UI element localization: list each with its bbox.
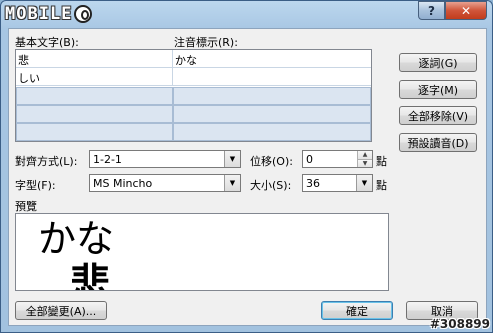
font-select[interactable]: MS Mincho ▼ — [89, 174, 241, 192]
font-value: MS Mincho — [93, 176, 153, 190]
chevron-down-icon[interactable]: ▼ — [356, 175, 372, 191]
table-row — [16, 87, 371, 105]
table-row — [16, 105, 371, 123]
alignment-select[interactable]: 1-2-1 ▼ — [89, 150, 241, 168]
table-row — [16, 123, 371, 141]
empty-ruby-cell — [173, 105, 371, 123]
title-bar: MOBILE ? ✕ — [1, 1, 492, 27]
table-row: 悲 かな — [16, 50, 371, 68]
ruby-grid: 悲 かな しい — [15, 49, 372, 142]
empty-base-cell — [16, 87, 173, 105]
clear-all-button[interactable]: 全部移除(V) — [399, 106, 477, 125]
logo-gear-icon — [74, 5, 93, 23]
empty-base-cell — [16, 123, 173, 141]
preview-label: 預覽 — [15, 200, 37, 213]
ruby-text-cell[interactable]: かな — [173, 50, 371, 68]
size-label: 大小(S): — [250, 179, 292, 192]
spin-down-icon[interactable]: ▼ — [358, 159, 372, 167]
dialog-body: 基本文字(B): 注音標示(R): 悲 かな しい 逐詞(G) 逐字(M) 全部… — [8, 28, 487, 326]
ruby-column-label: 注音標示(R): — [174, 36, 238, 49]
alignment-label: 對齊方式(L): — [15, 155, 78, 168]
offset-value[interactable]: 0 — [303, 151, 357, 167]
chevron-down-icon[interactable]: ▼ — [224, 175, 240, 191]
chevron-down-icon[interactable]: ▼ — [224, 151, 240, 167]
help-button[interactable]: ? — [418, 1, 445, 20]
ok-button[interactable]: 確定 — [321, 301, 393, 320]
apply-all-button[interactable]: 全部變更(A)... — [15, 301, 107, 320]
base-text-cell[interactable]: しい — [16, 68, 173, 86]
logo-text: MOBILE — [5, 4, 73, 24]
table-row: しい — [16, 68, 371, 86]
preview-box: かな 悲 — [15, 213, 389, 291]
offset-spin-buttons: ▲ ▼ — [357, 151, 372, 167]
size-select[interactable]: 36 ▼ — [302, 174, 373, 192]
offset-spinner[interactable]: 0 ▲ ▼ — [302, 150, 373, 168]
mono-button[interactable]: 逐字(M) — [399, 80, 477, 99]
mobile-logo: MOBILE — [5, 3, 93, 25]
default-reading-button[interactable]: 預設讀音(D) — [399, 133, 477, 152]
empty-ruby-cell — [173, 123, 371, 141]
size-unit: 點 — [376, 179, 387, 192]
watermark: #308899 — [429, 317, 490, 331]
ruby-dialog-window: MOBILE ? ✕ 基本文字(B): 注音標示(R): 悲 かな しい 逐詞(… — [0, 0, 493, 333]
preview-base-text: 悲 — [70, 260, 110, 291]
offset-unit: 點 — [376, 155, 387, 168]
ruby-text-cell[interactable] — [173, 68, 371, 86]
base-text-cell[interactable]: 悲 — [16, 50, 173, 68]
group-button[interactable]: 逐詞(G) — [399, 53, 477, 72]
alignment-value: 1-2-1 — [93, 152, 122, 166]
font-label: 字型(F): — [15, 179, 56, 192]
offset-label: 位移(O): — [250, 155, 293, 168]
preview-ruby-text: かな — [38, 217, 115, 261]
empty-base-cell — [16, 105, 173, 123]
close-button[interactable]: ✕ — [445, 1, 487, 20]
empty-ruby-cell — [173, 87, 371, 105]
base-text-column-label: 基本文字(B): — [15, 36, 79, 49]
spin-up-icon[interactable]: ▲ — [358, 151, 372, 160]
size-value: 36 — [306, 176, 320, 190]
